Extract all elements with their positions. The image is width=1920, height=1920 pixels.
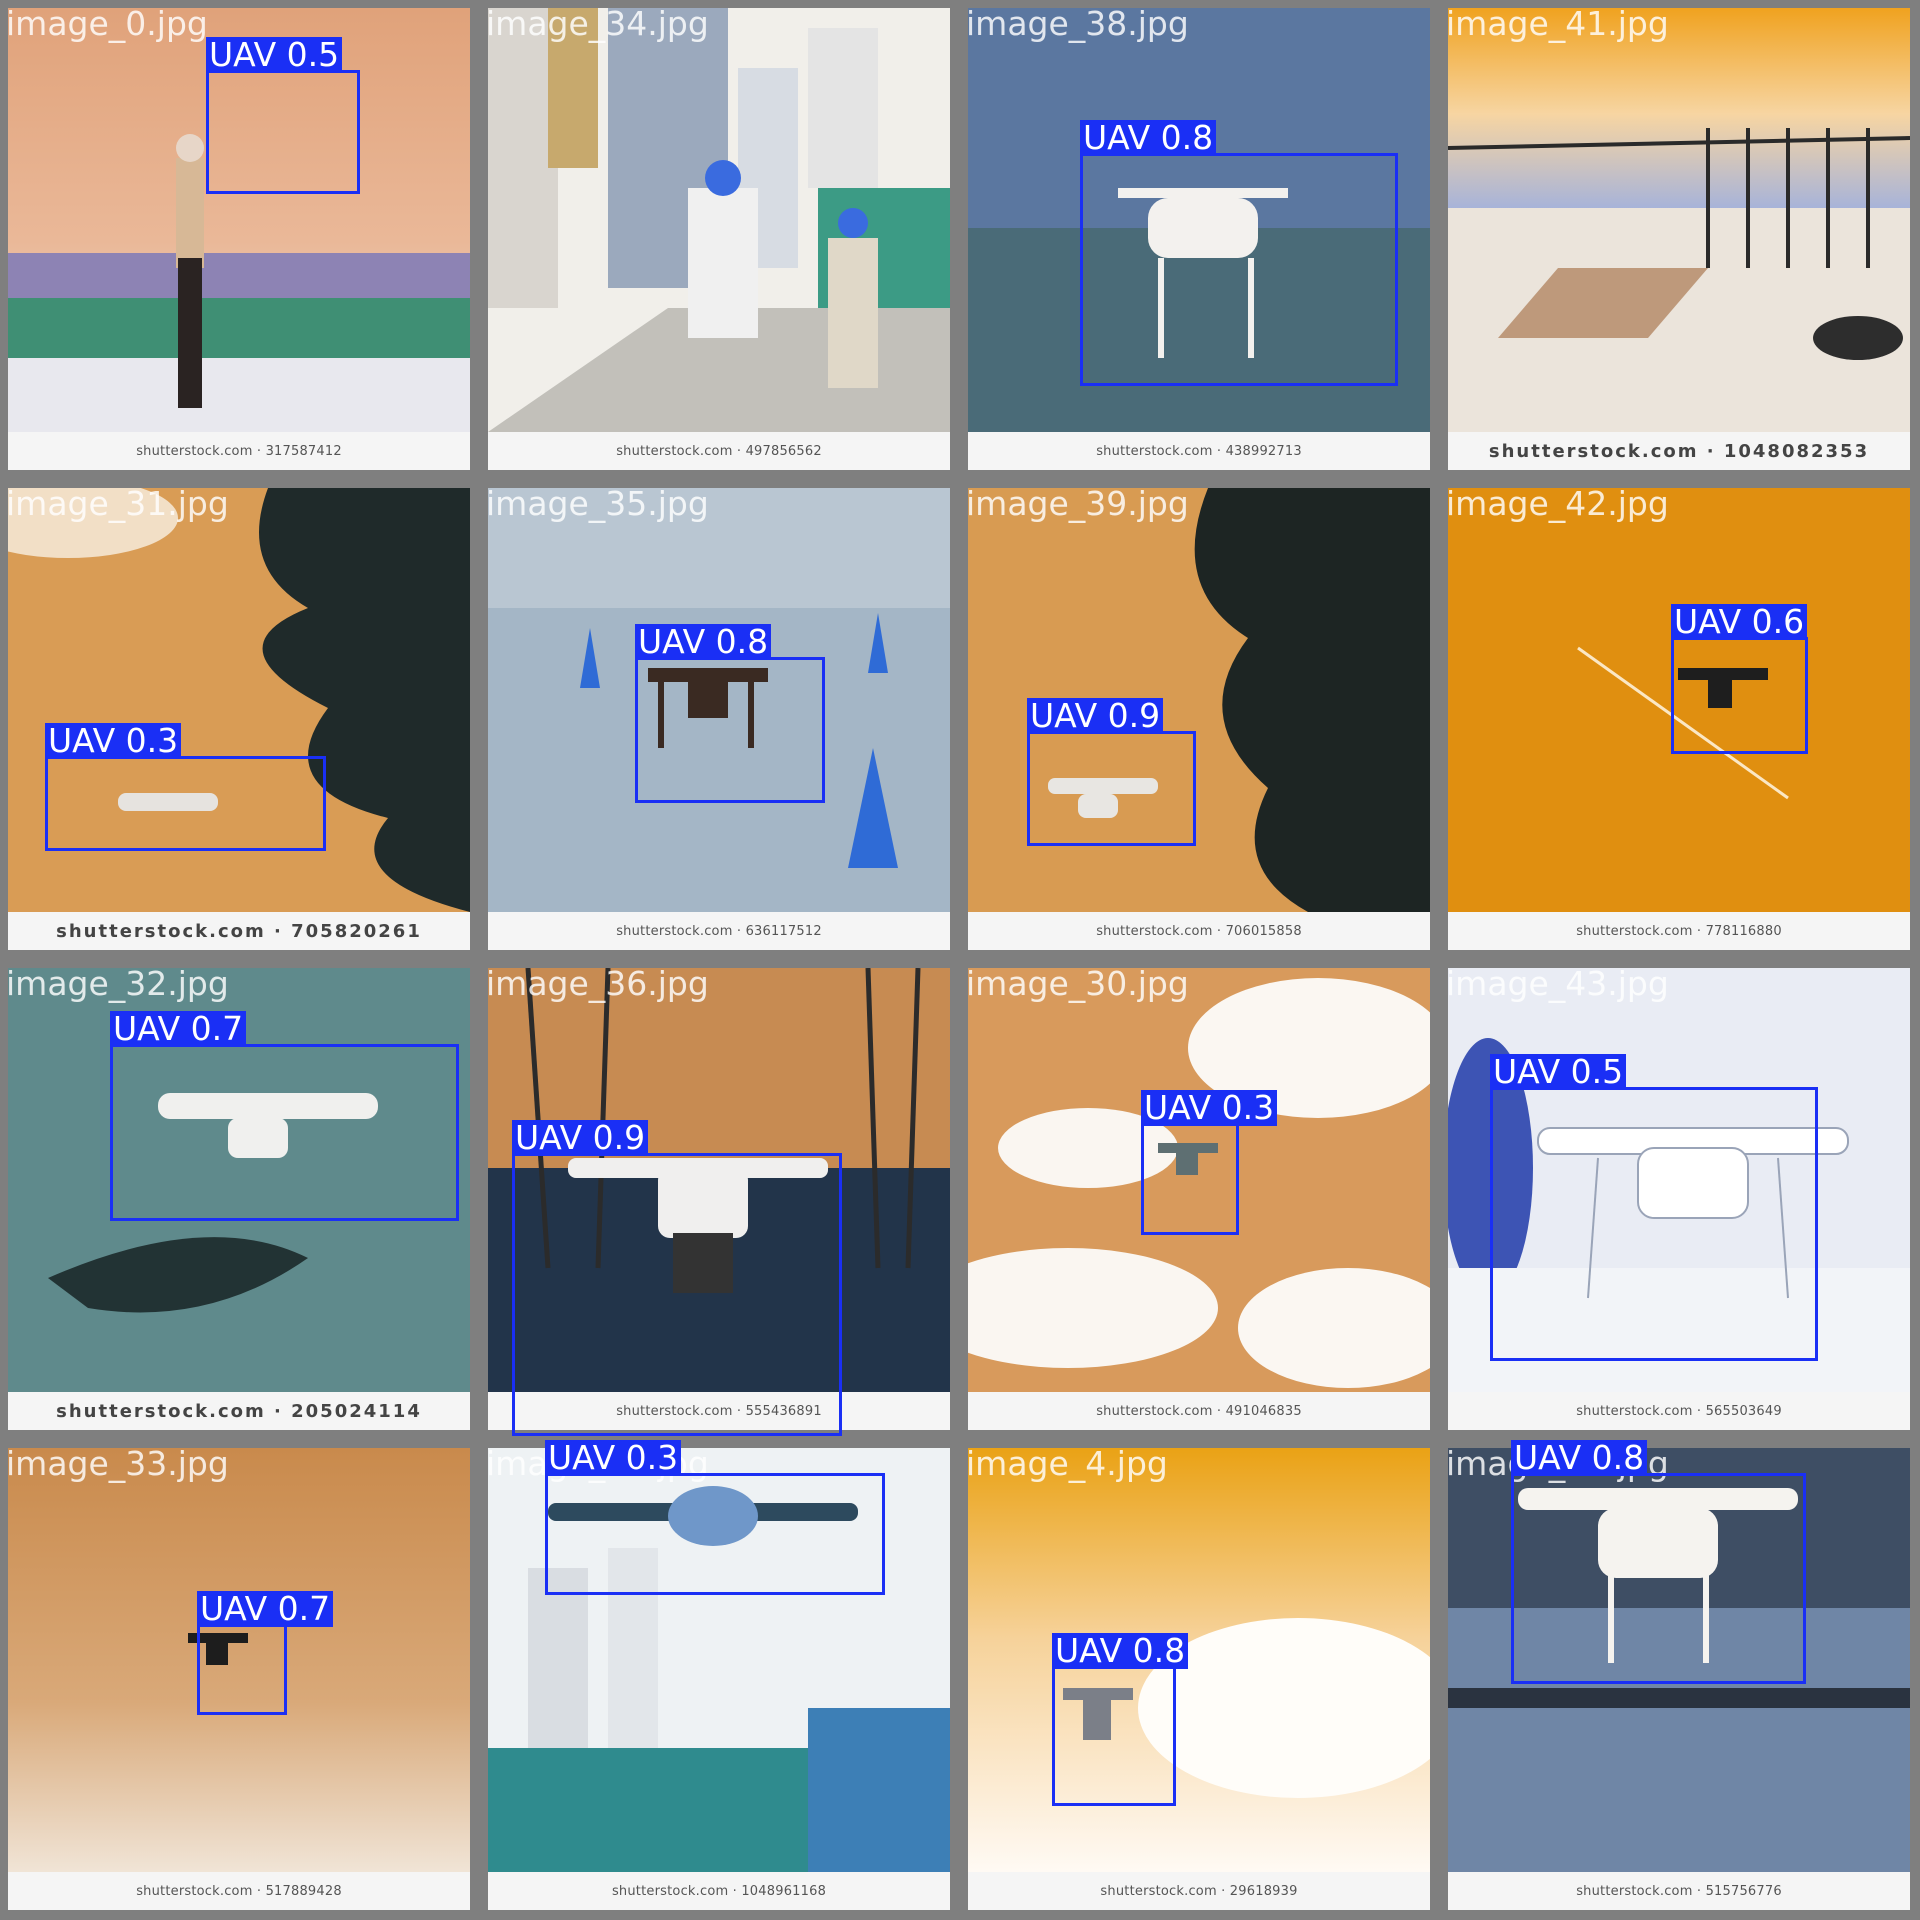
watermark-strip: shutterstock.com · 706015858 <box>968 912 1430 950</box>
detection-box: UAV 0.7 <box>110 1011 459 1221</box>
detection-box: UAV 0.8 <box>1080 120 1398 386</box>
detection-label: UAV 0.5 <box>1490 1054 1627 1090</box>
tile-image-4: shutterstock.com · 29618939 image_4.jpg … <box>960 1440 1440 1920</box>
tile-image-37: shutterstock.com · 1048961168 image_37.j… <box>480 1440 960 1920</box>
filename-label: image_36.jpg <box>486 964 709 1003</box>
tile-image-30: shutterstock.com · 491046835 image_30.jp… <box>960 960 1440 1440</box>
filename-label: image_39.jpg <box>966 484 1189 523</box>
filename-label: image_41.jpg <box>1446 4 1669 43</box>
watermark-strip: shutterstock.com · 778116880 <box>1448 912 1910 950</box>
detection-label: UAV 0.9 <box>1027 698 1164 734</box>
detection-label: UAV 0.8 <box>1080 120 1217 156</box>
detection-box: UAV 0.9 <box>512 1120 842 1436</box>
watermark-strip: shutterstock.com · 1048961168 <box>488 1872 950 1910</box>
watermark-text: shutterstock.com · 497856562 <box>616 443 822 459</box>
detection-box: UAV 0.8 <box>635 624 825 803</box>
watermark-strip: shutterstock.com · 438992713 <box>968 432 1430 470</box>
watermark-text: shutterstock.com · 705820261 <box>56 920 422 942</box>
tile-photo: shutterstock.com · 705820261 <box>8 488 470 950</box>
watermark-text: shutterstock.com · 491046835 <box>1096 1403 1302 1419</box>
tile-photo: shutterstock.com · 29618939 <box>968 1448 1430 1910</box>
detection-box: UAV 0.3 <box>545 1440 885 1595</box>
filename-label: image_42.jpg <box>1446 484 1669 523</box>
filename-label: image_0.jpg <box>6 4 208 43</box>
watermark-text: shutterstock.com · 438992713 <box>1096 443 1302 459</box>
filename-label: image_43.jpg <box>1446 964 1669 1003</box>
watermark-strip: shutterstock.com · 497856562 <box>488 432 950 470</box>
detection-label: UAV 0.7 <box>110 1011 247 1047</box>
watermark-strip: shutterstock.com · 317587412 <box>8 432 470 470</box>
watermark-text: shutterstock.com · 778116880 <box>1576 923 1782 939</box>
detection-box: UAV 0.9 <box>1027 698 1196 846</box>
filename-label: image_32.jpg <box>6 964 229 1003</box>
tile-image-0: shutterstock.com · 317587412 image_0.jpg… <box>0 0 480 480</box>
watermark-strip: shutterstock.com · 491046835 <box>968 1392 1430 1430</box>
tile-image-42: shutterstock.com · 778116880 image_42.jp… <box>1440 480 1920 960</box>
watermark-text: shutterstock.com · 515756776 <box>1576 1883 1782 1899</box>
filename-label: image_4.jpg <box>966 1444 1168 1483</box>
watermark-strip: shutterstock.com · 1048082353 <box>1448 432 1910 470</box>
watermark-strip: shutterstock.com · 205024114 <box>8 1392 470 1430</box>
watermark-text: shutterstock.com · 517889428 <box>136 1883 342 1899</box>
scene-orange-clouds <box>968 1448 1430 1872</box>
detection-grid: shutterstock.com · 317587412 image_0.jpg… <box>0 0 1920 1920</box>
detection-label: UAV 0.6 <box>1671 604 1808 640</box>
detection-label: UAV 0.9 <box>512 1120 649 1156</box>
watermark-text: shutterstock.com · 29618939 <box>1100 1883 1298 1899</box>
detection-box: UAV 0.3 <box>1141 1090 1278 1235</box>
detection-box: UAV 0.8 <box>1511 1440 1806 1684</box>
tile-image-34: shutterstock.com · 497856562 image_34.jp… <box>480 0 960 480</box>
filename-label: image_35.jpg <box>486 484 709 523</box>
watermark-strip: shutterstock.com · 636117512 <box>488 912 950 950</box>
tile-image-31: shutterstock.com · 705820261 image_31.jp… <box>0 480 480 960</box>
watermark-text: shutterstock.com · 1048082353 <box>1488 440 1870 462</box>
watermark-text: shutterstock.com · 636117512 <box>616 923 822 939</box>
filename-label: image_33.jpg <box>6 1444 229 1483</box>
tile-image-32: shutterstock.com · 205024114 image_32.jp… <box>0 960 480 1440</box>
filename-label: image_34.jpg <box>486 4 709 43</box>
scene-rooftop <box>1448 8 1910 432</box>
detection-box: UAV 0.6 <box>1671 604 1808 754</box>
tile-image-36: shutterstock.com · 555436891 image_36.jp… <box>480 960 960 1440</box>
detection-label: UAV 0.3 <box>1141 1090 1278 1126</box>
watermark-strip: shutterstock.com · 515756776 <box>1448 1872 1910 1910</box>
detection-label: UAV 0.8 <box>635 624 772 660</box>
tile-image-44: shutterstock.com · 515756776 image_44.jp… <box>1440 1440 1920 1920</box>
detection-label: UAV 0.8 <box>1052 1633 1189 1669</box>
filename-label: image_38.jpg <box>966 4 1189 43</box>
detection-label: UAV 0.7 <box>197 1591 334 1627</box>
watermark-strip: shutterstock.com · 565503649 <box>1448 1392 1910 1430</box>
detection-label: UAV 0.8 <box>1511 1440 1648 1476</box>
detection-box: UAV 0.5 <box>1490 1054 1818 1361</box>
filename-label: image_30.jpg <box>966 964 1189 1003</box>
watermark-strip: shutterstock.com · 29618939 <box>968 1872 1430 1910</box>
detection-box: UAV 0.5 <box>206 37 360 194</box>
tile-image-35: shutterstock.com · 636117512 image_35.jp… <box>480 480 960 960</box>
detection-label: UAV 0.3 <box>545 1440 682 1476</box>
tile-image-41: shutterstock.com · 1048082353 image_41.j… <box>1440 0 1920 480</box>
detection-label: UAV 0.3 <box>45 723 182 759</box>
filename-label: image_31.jpg <box>6 484 229 523</box>
detection-box: UAV 0.3 <box>45 723 326 851</box>
detection-box: UAV 0.7 <box>197 1591 334 1715</box>
tile-photo: shutterstock.com · 497856562 <box>488 8 950 470</box>
watermark-text: shutterstock.com · 1048961168 <box>611 1883 827 1899</box>
detection-box: UAV 0.8 <box>1052 1633 1189 1806</box>
tile-image-39: shutterstock.com · 706015858 image_39.jp… <box>960 480 1440 960</box>
watermark-strip: shutterstock.com · 705820261 <box>8 912 470 950</box>
scene-city-bridge <box>488 8 950 432</box>
watermark-text: shutterstock.com · 317587412 <box>136 443 342 459</box>
tile-photo: shutterstock.com · 1048082353 <box>1448 8 1910 470</box>
watermark-strip: shutterstock.com · 517889428 <box>8 1872 470 1910</box>
watermark-text: shutterstock.com · 565503649 <box>1576 1403 1782 1419</box>
watermark-text: shutterstock.com · 706015858 <box>1096 923 1302 939</box>
tile-image-43: shutterstock.com · 565503649 image_43.jp… <box>1440 960 1920 1440</box>
tile-image-38: shutterstock.com · 438992713 image_38.jp… <box>960 0 1440 480</box>
tile-image-33: shutterstock.com · 517889428 image_33.jp… <box>0 1440 480 1920</box>
watermark-text: shutterstock.com · 205024114 <box>56 1400 422 1422</box>
detection-label: UAV 0.5 <box>206 37 343 73</box>
